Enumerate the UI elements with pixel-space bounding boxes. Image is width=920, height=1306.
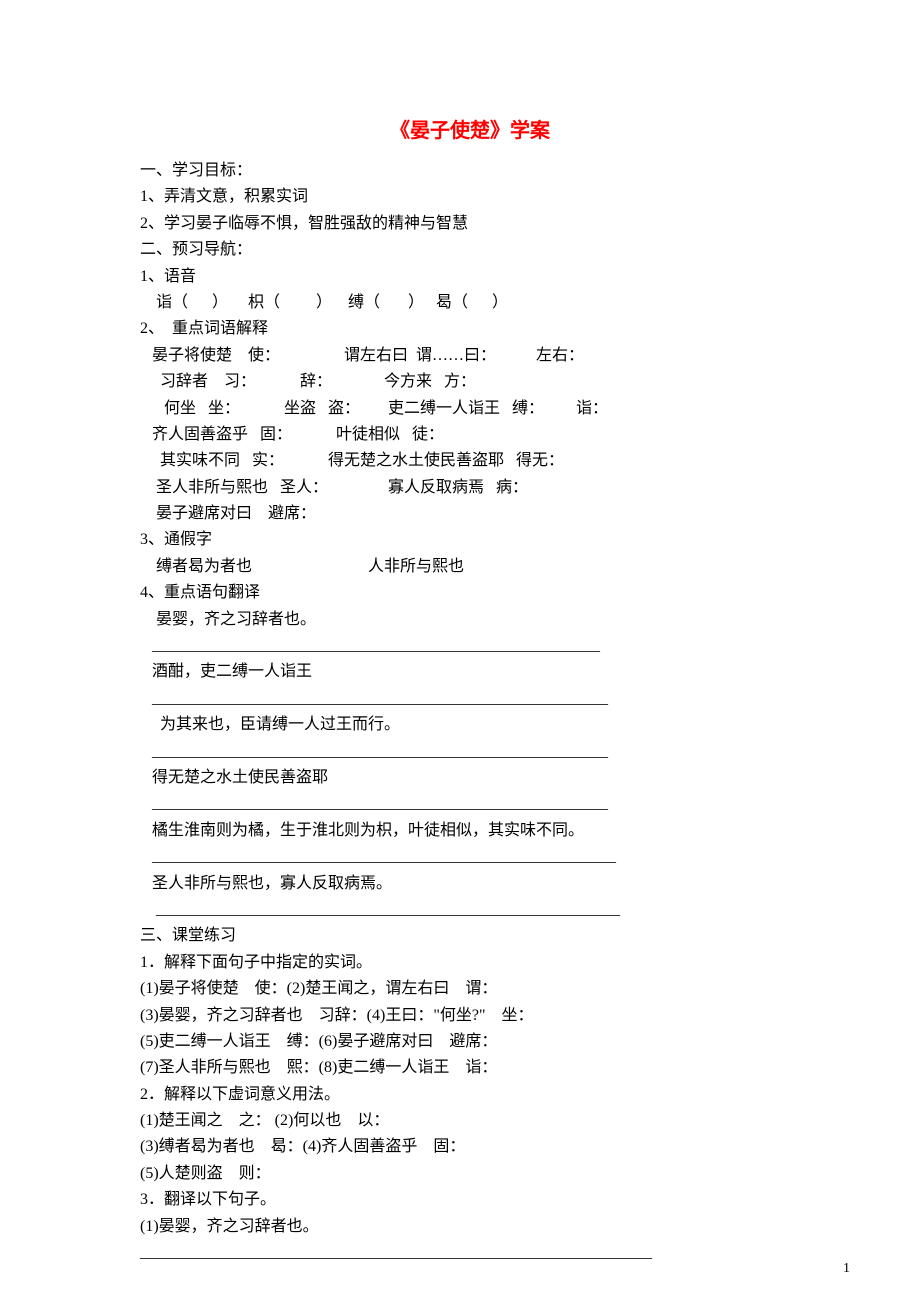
vocab-line-e: 其实味不同 实： 得无楚之水土使民善盗耶 得无： xyxy=(140,448,800,474)
blank-line-6: ________________________________________… xyxy=(140,897,800,923)
sub-3-2-heading: 2．解释以下虚词意义用法。 xyxy=(140,1082,800,1108)
page-number: 1 xyxy=(843,1257,850,1280)
section-1-heading: 一、学习目标： xyxy=(140,158,800,184)
phonetics-line: 诣（ ） 枳（ ） 缚（ ） 曷（ ） xyxy=(140,290,800,316)
vocab-line-g: 晏子避席对曰 避席： xyxy=(140,501,800,527)
sub-3-3-heading: 3．翻译以下句子。 xyxy=(140,1187,800,1213)
q3-2-b: (3)缚者曷为者也 曷：(4)齐人固善盗乎 固： xyxy=(140,1134,800,1160)
q3-2-a: (1)楚王闻之 之： (2)何以也 以： xyxy=(140,1108,800,1134)
translate-prompt-2: 酒酣，吏二缚一人诣王 xyxy=(140,659,800,685)
blank-line-3: ________________________________________… xyxy=(140,739,800,765)
translate-prompt-1: 晏婴，齐之习辞者也。 xyxy=(140,607,800,633)
tongjia-line: 缚者曷为者也 人非所与熙也 xyxy=(140,554,800,580)
vocab-line-d: 齐人固善盗乎 固： 叶徒相似 徒： xyxy=(140,422,800,448)
objective-2: 2、学习晏子临辱不惧，智胜强敌的精神与智慧 xyxy=(140,211,800,237)
blank-line-2: ________________________________________… xyxy=(140,686,800,712)
vocab-line-a: 晏子将使楚 使： 谓左右曰 谓……曰： 左右： xyxy=(140,343,800,369)
translate-prompt-5: 橘生淮南则为橘，生于淮北则为枳，叶徒相似，其实味不同。 xyxy=(140,818,800,844)
objective-1: 1、弄清文意，积累实词 xyxy=(140,184,800,210)
section-2-heading: 二、预习导航： xyxy=(140,237,800,263)
vocab-line-f: 圣人非所与熙也 圣人： 寡人反取病焉 病： xyxy=(140,475,800,501)
translate-prompt-3: 为其来也，臣请缚一人过王而行。 xyxy=(140,712,800,738)
blank-line-4: ________________________________________… xyxy=(140,791,800,817)
blank-line-5: ________________________________________… xyxy=(140,844,800,870)
translate-prompt-6: 圣人非所与熙也，寡人反取病焉。 xyxy=(140,871,800,897)
sub-2-4-heading: 4、重点语句翻译 xyxy=(140,580,800,606)
blank-line-7: ________________________________________… xyxy=(140,1240,800,1266)
vocab-line-c: 何坐 坐： 坐盗 盗： 吏二缚一人诣王 缚： 诣： xyxy=(140,396,800,422)
section-3-heading: 三、课堂练习 xyxy=(140,923,800,949)
translate-prompt-4: 得无楚之水土使民善盗耶 xyxy=(140,765,800,791)
q3-1-b: (3)晏婴，齐之习辞者也 习辞：(4)王曰："何坐?" 坐： xyxy=(140,1003,800,1029)
blank-line-1: ________________________________________… xyxy=(140,633,800,659)
document-title: 《晏子使楚》学案 xyxy=(140,115,800,148)
sub-2-3-heading: 3、通假字 xyxy=(140,527,800,553)
sub-2-1-heading: 1、语音 xyxy=(140,264,800,290)
q3-1-a: (1)晏子将使楚 使：(2)楚王闻之，谓左右曰 谓： xyxy=(140,976,800,1002)
q3-1-c: (5)吏二缚一人诣王 缚：(6)晏子避席对曰 避席： xyxy=(140,1029,800,1055)
q3-3-a: (1)晏婴，齐之习辞者也。 xyxy=(140,1214,800,1240)
sub-3-1-heading: 1．解释下面句子中指定的实词。 xyxy=(140,950,800,976)
vocab-line-b: 习辞者 习： 辞： 今方来 方： xyxy=(140,369,800,395)
q3-1-d: (7)圣人非所与熙也 熙：(8)吏二缚一人诣王 诣： xyxy=(140,1055,800,1081)
q3-2-c: (5)人楚则盗 则： xyxy=(140,1161,800,1187)
sub-2-2-heading: 2、 重点词语解释 xyxy=(140,316,800,342)
